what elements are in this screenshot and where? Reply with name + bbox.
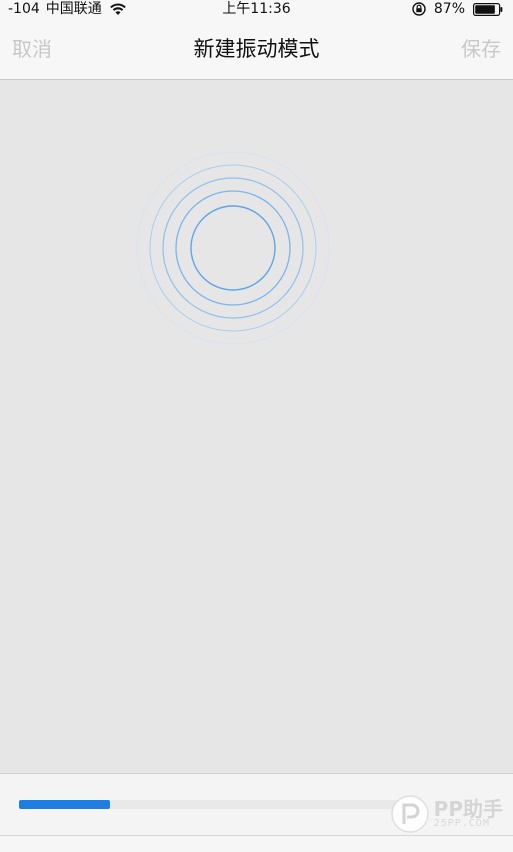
page-title: 新建振动模式: [193, 37, 320, 61]
battery-fill: [475, 4, 495, 14]
vibration-record-area[interactable]: [0, 80, 513, 774]
vibration-ripple-icon: [136, 151, 330, 345]
status-right: 87%: [412, 0, 503, 18]
battery-icon: [473, 2, 503, 16]
bottom-strip: [0, 836, 513, 852]
rotation-lock-icon: [412, 2, 426, 16]
status-bar: -104 中国联通 上午11:36 87%: [0, 0, 513, 18]
app-screen: -104 中国联通 上午11:36 87% 取消 新建振动模式 保存 PP助手 …: [0, 0, 513, 852]
pp-logo-icon: [390, 795, 429, 833]
watermark-name: PP助手: [433, 797, 503, 821]
watermark: PP助手 25PP.COM: [390, 794, 503, 834]
watermark-text: PP助手 25PP.COM: [434, 799, 503, 829]
timeline-progress: [19, 800, 111, 809]
battery-percent: 87%: [433, 1, 465, 17]
watermark-url: 25PP.COM: [433, 818, 490, 829]
save-button[interactable]: 保存: [461, 33, 501, 62]
navigation-bar: 取消 新建振动模式 保存: [0, 18, 513, 80]
timeline-track[interactable]: [19, 800, 399, 809]
